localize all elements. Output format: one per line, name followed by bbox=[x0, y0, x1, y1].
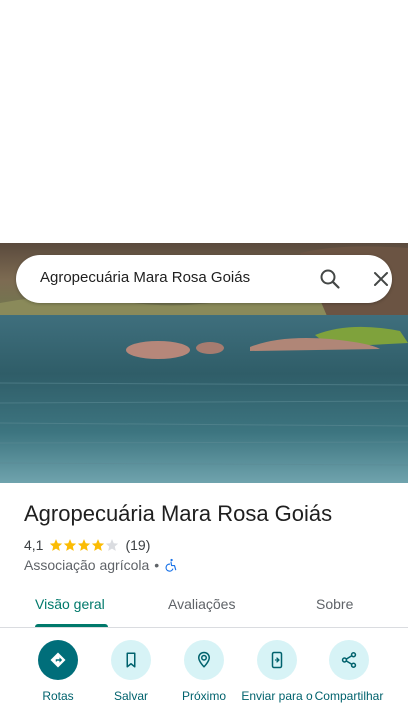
action-bar: Rotas Salvar Próximo Enviar para o Compa… bbox=[0, 640, 408, 726]
nearby-label: Próximo bbox=[181, 689, 226, 703]
save-label: Salvar bbox=[113, 689, 148, 703]
send-to-phone-button[interactable]: Enviar para o bbox=[237, 640, 317, 704]
star-icon bbox=[64, 539, 77, 551]
nearby-icon[interactable] bbox=[184, 640, 224, 680]
search-query[interactable]: Agropecuária Mara Rosa Goiás bbox=[40, 269, 250, 286]
place-tabs: Visão geral Avaliações Sobre bbox=[0, 586, 408, 628]
close-icon[interactable] bbox=[369, 267, 393, 291]
share-label: Compartilhar bbox=[314, 689, 384, 703]
share-icon[interactable] bbox=[329, 640, 369, 680]
category-row: Associação agrícola • bbox=[24, 556, 178, 574]
rating-row[interactable]: 4,1 (19) bbox=[24, 536, 150, 554]
star-icon bbox=[50, 539, 63, 551]
directions-label: Rotas bbox=[42, 689, 74, 703]
share-button[interactable]: Compartilhar bbox=[309, 640, 389, 704]
separator: • bbox=[154, 557, 160, 573]
review-count[interactable]: (19) bbox=[125, 537, 150, 553]
nearby-button[interactable]: Próximo bbox=[164, 640, 244, 704]
send-to-phone-icon[interactable] bbox=[257, 640, 297, 680]
place-category: Associação agrícola bbox=[24, 557, 150, 573]
rating-value: 4,1 bbox=[24, 537, 44, 553]
wheelchair-accessible-icon[interactable] bbox=[164, 558, 178, 572]
tab-avaliacoes[interactable]: Avaliações bbox=[168, 596, 235, 612]
star-icon bbox=[78, 539, 91, 551]
map-area-blank bbox=[0, 0, 408, 243]
star-empty-icon bbox=[106, 539, 119, 551]
directions-button[interactable]: Rotas bbox=[18, 640, 98, 704]
send-to-phone-label: Enviar para o bbox=[241, 689, 313, 703]
tab-sobre[interactable]: Sobre bbox=[316, 596, 353, 612]
place-title: Agropecuária Mara Rosa Goiás bbox=[24, 501, 333, 526]
star-icon bbox=[92, 539, 105, 551]
save-button[interactable]: Salvar bbox=[91, 640, 171, 704]
rating-stars bbox=[49, 538, 119, 552]
tab-visao-geral[interactable]: Visão geral bbox=[35, 596, 105, 612]
bookmark-icon[interactable] bbox=[111, 640, 151, 680]
search-icon[interactable] bbox=[318, 267, 342, 291]
search-bar[interactable]: Agropecuária Mara Rosa Goiás bbox=[16, 255, 392, 303]
active-tab-indicator bbox=[35, 624, 108, 627]
directions-icon[interactable] bbox=[38, 640, 78, 680]
